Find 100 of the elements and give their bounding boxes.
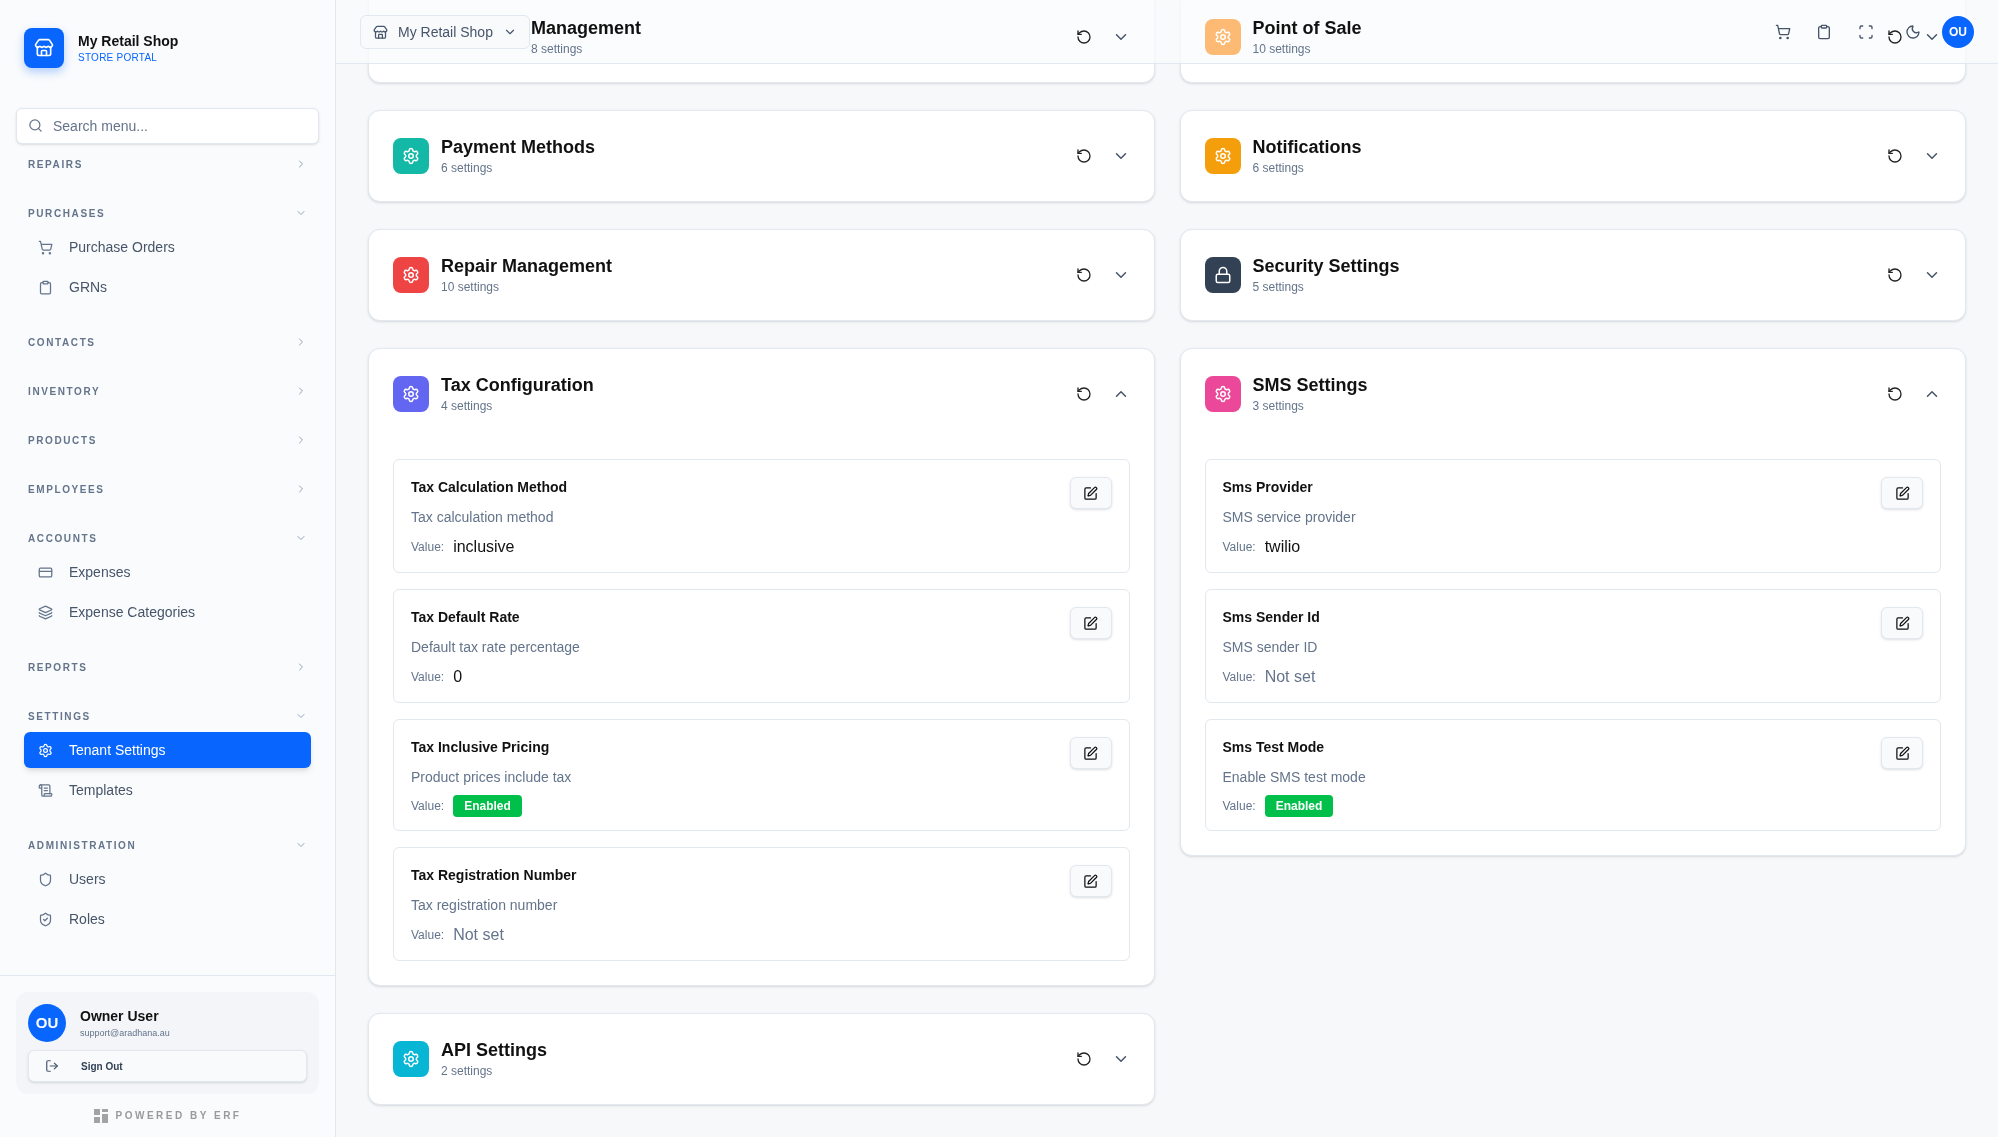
nav-item[interactable]: Users (24, 861, 311, 897)
setting-name: Tax Inclusive Pricing (411, 738, 551, 757)
nav-section-label: EMPLOYEES (28, 482, 105, 497)
group-title: Security Settings (1252, 255, 1400, 278)
edit-icon (1083, 485, 1098, 501)
reset-icon[interactable] (1887, 267, 1903, 283)
store-selector[interactable]: My Retail Shop (360, 15, 530, 49)
setting-name: Tax Registration Number (411, 866, 577, 885)
settings-count: 2 settings (441, 1063, 493, 1080)
group-title: Notifications (1252, 136, 1362, 159)
group-title: Repair Management (441, 255, 613, 278)
clipboard-icon (38, 279, 53, 295)
setting-description: Product prices include tax (411, 768, 572, 787)
nav-section-label: ACCOUNTS (28, 531, 98, 546)
settings-count: 8 settings (531, 41, 583, 58)
nav-item[interactable]: Templates (24, 772, 311, 808)
setting-name: Sms Provider (1222, 478, 1314, 497)
group-title: Management (531, 17, 642, 40)
settings-count: 4 settings (441, 398, 493, 415)
group-title: Point of Sale (1252, 17, 1362, 40)
cart-icon[interactable] (1775, 24, 1791, 40)
setting-value: Not set (1264, 667, 1316, 687)
edit-button[interactable] (1069, 607, 1112, 639)
moon-icon[interactable] (1905, 24, 1921, 40)
sign-out-icon (45, 1059, 59, 1073)
nav-section-label: ADMINISTRATION (28, 838, 137, 853)
edit-icon (1894, 485, 1910, 501)
nav-item[interactable]: Roles (24, 901, 311, 937)
fullscreen-icon[interactable] (1858, 24, 1874, 40)
nav-section-label: PURCHASES (28, 206, 106, 221)
logo-icon (93, 1108, 108, 1123)
nav-section-label: REPORTS (28, 660, 88, 675)
edit-icon (1083, 615, 1098, 631)
nav-section-label: SETTINGS (28, 709, 91, 724)
setting-name: Tax Default Rate (411, 608, 521, 627)
reset-icon[interactable] (1887, 29, 1903, 45)
shield-icon (38, 871, 53, 887)
edit-button[interactable] (1069, 737, 1112, 769)
value-label: Value: (411, 927, 445, 944)
setting-description: Default tax rate percentage (411, 638, 580, 657)
nav-item[interactable]: GRNs (24, 269, 311, 305)
settings-count: 10 settings (441, 279, 500, 296)
setting-description: SMS service provider (1222, 508, 1356, 527)
setting-value: Not set (453, 925, 504, 945)
edit-icon (1083, 745, 1098, 761)
cart-icon (38, 239, 53, 255)
reset-icon[interactable] (1075, 267, 1092, 283)
nav-item[interactable]: Tenant Settings (24, 732, 311, 768)
nav-item[interactable]: Purchase Orders (24, 229, 311, 265)
settings-count: 3 settings (1252, 398, 1304, 415)
value-label: Value: (411, 669, 445, 686)
setting-description: SMS sender ID (1222, 638, 1319, 657)
settings-count: 10 settings (1252, 41, 1311, 58)
group-title: Tax Configuration (441, 374, 594, 397)
reset-icon[interactable] (1887, 148, 1903, 164)
brand-name: My Retail Shop (78, 32, 179, 51)
setting-name: Sms Test Mode (1222, 738, 1326, 757)
reset-icon[interactable] (1075, 29, 1092, 45)
edit-button[interactable] (1069, 477, 1112, 509)
value-label: Value: (1222, 669, 1256, 686)
edit-button[interactable] (1881, 607, 1923, 639)
value-label: Value: (1222, 539, 1256, 556)
store-logo-icon (24, 28, 64, 68)
setting-description: Enable SMS test mode (1222, 768, 1366, 787)
gear-icon (38, 742, 53, 758)
user-name: Owner User (80, 1006, 160, 1026)
group-title: SMS Settings (1252, 374, 1368, 397)
search-icon (28, 118, 43, 133)
setting-name: Tax Calculation Method (411, 478, 568, 497)
nav-item[interactable]: Expense Categories (24, 594, 311, 630)
reset-icon[interactable] (1075, 148, 1092, 164)
setting-name: Sms Sender Id (1222, 608, 1320, 627)
reset-icon[interactable] (1075, 1051, 1092, 1067)
edit-button[interactable] (1881, 737, 1923, 769)
layers-icon (38, 604, 53, 620)
edit-button[interactable] (1069, 865, 1112, 897)
reset-icon[interactable] (1075, 386, 1092, 402)
value-label: Value: (411, 798, 445, 815)
setting-description: Tax registration number (411, 896, 559, 915)
brand-subtitle: STORE PORTAL (78, 51, 159, 65)
setting-value: 0 (453, 667, 463, 687)
edit-icon (1894, 615, 1910, 631)
setting-description: Tax calculation method (411, 508, 555, 527)
user-email: support@aradhana.au (80, 1026, 170, 1040)
value-label: Value: (1222, 798, 1256, 815)
edit-icon (1894, 745, 1910, 761)
edit-button[interactable] (1881, 477, 1923, 509)
value-label: Value: (411, 539, 445, 556)
status-badge: Enabled (453, 795, 522, 817)
search-field[interactable]: Search menu... (16, 108, 319, 144)
group-title: Payment Methods (441, 136, 596, 159)
nav-section-label: PRODUCTS (28, 433, 97, 448)
shield-check-icon (38, 911, 53, 927)
clipboard-icon[interactable] (1816, 24, 1832, 40)
setting-value: inclusive (453, 537, 515, 557)
settings-count: 5 settings (1252, 279, 1304, 296)
sign-out-button[interactable]: Sign Out (28, 1050, 307, 1082)
reset-icon[interactable] (1887, 386, 1903, 402)
card-icon (38, 564, 53, 580)
nav-item[interactable]: Expenses (24, 554, 311, 590)
